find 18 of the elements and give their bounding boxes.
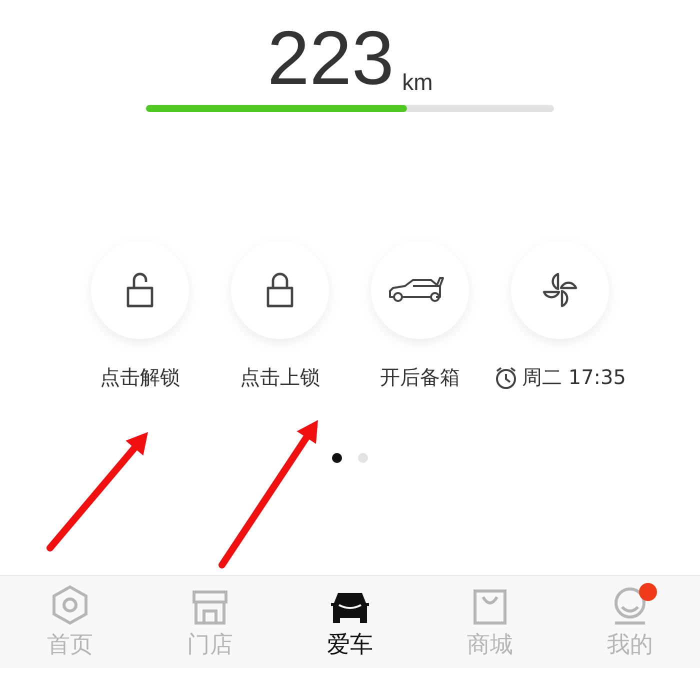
unlocked-padlock-icon bbox=[124, 270, 156, 310]
shopping-bag-icon bbox=[472, 588, 508, 624]
range-unit: km bbox=[402, 69, 433, 96]
nav-tab[interactable]: 我的 bbox=[560, 576, 700, 668]
nav-tab[interactable]: 首页 bbox=[0, 576, 140, 668]
nav-tab[interactable]: 商城 bbox=[420, 576, 560, 668]
padlock-icon bbox=[264, 270, 296, 310]
fan-icon bbox=[540, 270, 580, 310]
action-label: 点击上锁 bbox=[240, 364, 320, 391]
nav-tab[interactable]: 门店 bbox=[140, 576, 280, 668]
action-label: 周二 17:35 bbox=[522, 364, 626, 391]
action-label: 开后备箱 bbox=[380, 364, 460, 391]
car-icon bbox=[330, 590, 370, 624]
storefront-icon bbox=[191, 588, 229, 624]
action-label: 点击解锁 bbox=[100, 364, 180, 391]
nav-tab[interactable]: 爱车 bbox=[280, 576, 420, 668]
range-value: 223 bbox=[267, 20, 394, 98]
hexagon-icon bbox=[51, 584, 89, 624]
